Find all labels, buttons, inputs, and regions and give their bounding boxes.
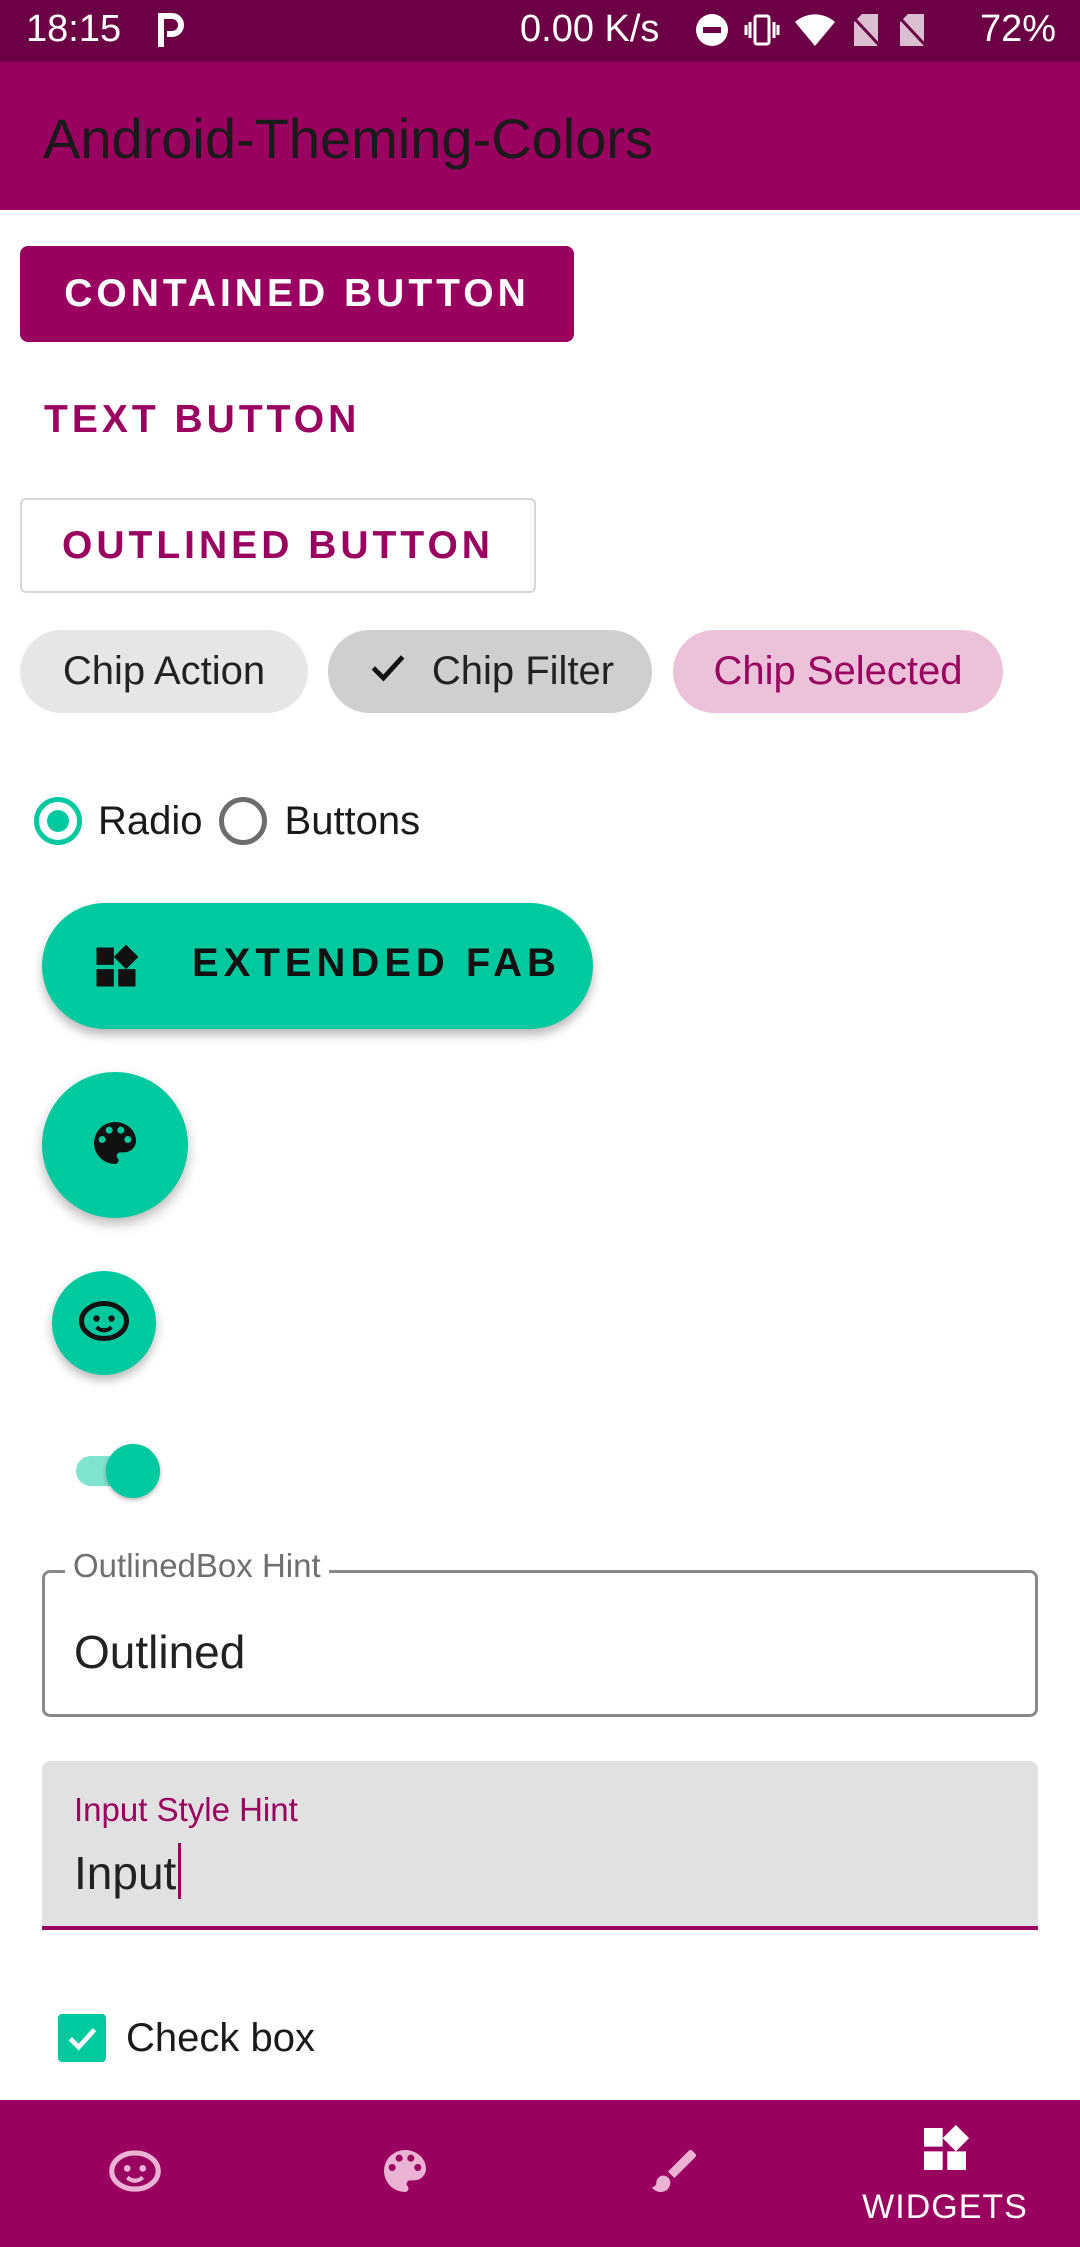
chip-selected-label: Chip Selected (713, 649, 963, 693)
nav-item-brush[interactable] (540, 2100, 810, 2247)
palette-icon (87, 1115, 143, 1176)
brush-icon (647, 2143, 703, 2204)
nav-item-widgets[interactable]: WIDGETS (810, 2100, 1080, 2247)
filled-field-value: Input (74, 1847, 177, 1899)
app-bar: Android-Theming-Colors (0, 62, 1080, 210)
text-cursor (178, 1843, 182, 1899)
no-sim-icon (896, 12, 928, 53)
contained-button[interactable]: CONTAINED BUTTON (20, 246, 574, 342)
nav-item-face[interactable] (0, 2100, 270, 2247)
nav-item-palette[interactable] (270, 2100, 540, 2247)
switch-thumb (106, 1444, 160, 1498)
radio-option-radio-label: Radio (98, 798, 203, 843)
extended-fab-label: EXTENDED FAB (192, 941, 561, 985)
check-icon (366, 645, 410, 699)
radio-option-radio[interactable] (34, 797, 82, 845)
radio-option-buttons[interactable] (218, 797, 267, 845)
bottom-navigation: WIDGETS (0, 2100, 1080, 2247)
text-button[interactable]: TEXT BUTTON (44, 390, 360, 450)
radio-option-buttons-label: Buttons (284, 798, 421, 843)
checkbox-label: Check box (126, 2015, 315, 2060)
outlined-field-hint: OutlinedBox Hint (65, 1547, 329, 1585)
wifi-icon (794, 12, 836, 53)
parking-icon (156, 13, 186, 49)
toggle-switch[interactable] (74, 1440, 160, 1500)
network-speed: 0.00 K/s (520, 8, 660, 50)
chip-filter-label: Chip Filter (431, 649, 615, 693)
outlined-text-field[interactable]: OutlinedBox Hint Outlined (42, 1547, 1038, 1717)
filled-text-field[interactable]: Input Style Hint Input (42, 1761, 1038, 1930)
status-time: 18:15 (26, 8, 122, 50)
do-not-disturb-icon (694, 12, 730, 53)
palette-fab[interactable] (42, 1072, 188, 1218)
status-bar: 18:15 0.00 K/s 72% (0, 0, 1080, 62)
checkbox-row[interactable]: Check box (58, 2010, 315, 2066)
face-icon (104, 2140, 166, 2207)
check-icon (68, 2028, 97, 2051)
widgets-icon (90, 941, 142, 998)
widgets-icon (917, 2121, 973, 2182)
battery-level: 72% (979, 8, 1056, 50)
filled-field-value-wrap: Input (74, 1843, 182, 1900)
chip-action[interactable]: Chip Action (20, 630, 308, 713)
face-icon (74, 1291, 134, 1356)
face-fab[interactable] (52, 1271, 156, 1375)
nav-item-widgets-label: WIDGETS (862, 2187, 1028, 2226)
outlined-button[interactable]: OUTLINED BUTTON (20, 498, 536, 593)
outlined-field-value: Outlined (74, 1626, 246, 1678)
vibrate-icon (744, 12, 780, 53)
chip-action-label: Chip Action (62, 649, 266, 693)
palette-icon (377, 2143, 433, 2204)
app-title: Android-Theming-Colors (43, 107, 654, 170)
radio-group: Radio Buttons (34, 790, 420, 852)
filled-field-hint: Input Style Hint (74, 1791, 298, 1828)
no-sim-icon (850, 12, 882, 53)
checkbox[interactable] (58, 2014, 106, 2062)
extended-fab[interactable]: EXTENDED FAB (42, 903, 593, 1029)
chip-selected[interactable]: Chip Selected (673, 630, 1003, 713)
chip-filter[interactable]: Chip Filter (328, 630, 652, 713)
